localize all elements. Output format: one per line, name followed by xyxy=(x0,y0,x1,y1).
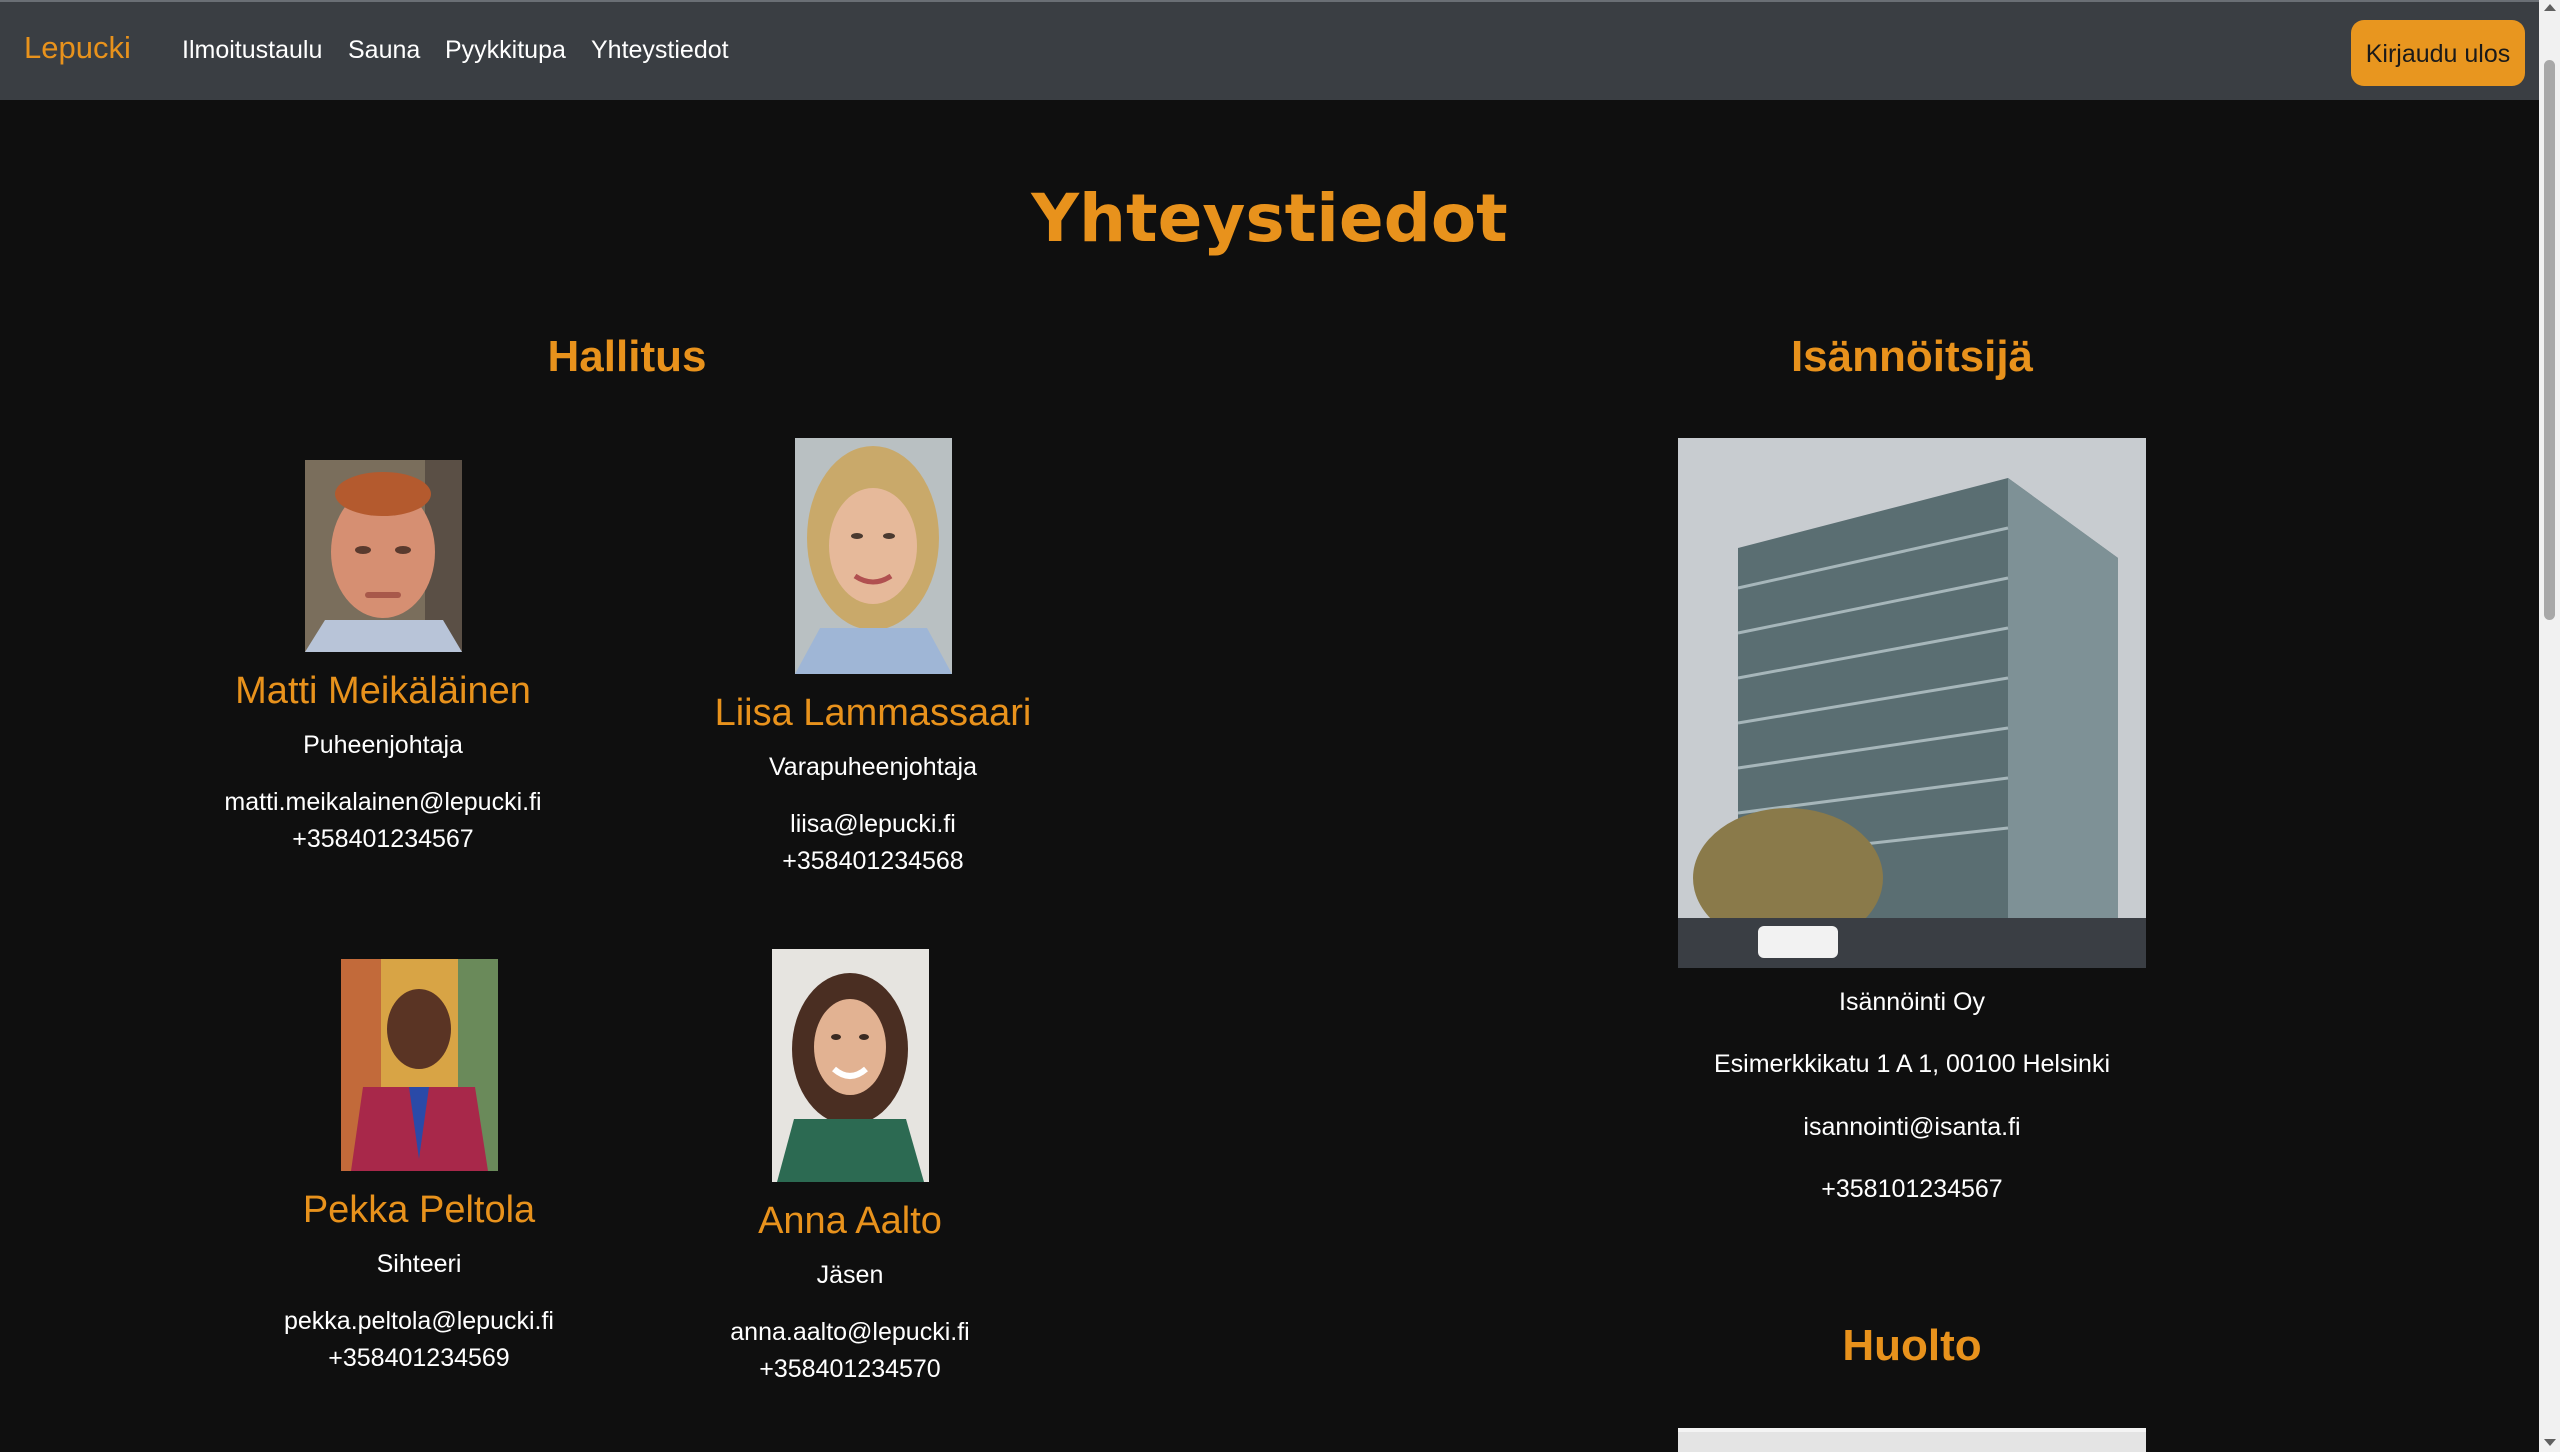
member-name: Matti Meikäläinen xyxy=(235,670,531,712)
member-name: Pekka Peltola xyxy=(302,1189,536,1231)
member-photo-anna xyxy=(771,949,929,1182)
manager-phone: +358101234567 xyxy=(1821,1175,2003,1203)
maintenance-section-title: Huolto xyxy=(1842,1321,1982,1370)
board-member-card: Anna Aalto Jäsen anna.aalto@lepucki.fi +… xyxy=(670,949,1030,1384)
member-role: Jäsen xyxy=(816,1261,884,1289)
member-email-link[interactable]: matti.meikalainen@lepucki.fi xyxy=(203,788,563,817)
board-section-title: Hallitus xyxy=(547,332,707,381)
maintenance-photo xyxy=(1678,1428,2146,1452)
member-name: Liisa Lammassaari xyxy=(714,692,1032,734)
page-title: Yhteystiedot xyxy=(1031,180,1508,257)
logout-button[interactable]: Kirjaudu ulos xyxy=(2351,20,2525,86)
member-phone: +358401234570 xyxy=(759,1355,941,1383)
member-phone: +358401234567 xyxy=(292,825,474,853)
scrollbar-thumb[interactable] xyxy=(2544,60,2555,620)
scroll-down-arrow-icon[interactable] xyxy=(2544,1439,2556,1446)
nav-link-yhteystiedot[interactable]: Yhteystiedot xyxy=(591,36,729,65)
board-member-card: Pekka Peltola Sihteeri pekka.peltola@lep… xyxy=(239,959,599,1373)
member-email-link[interactable]: pekka.peltola@lepucki.fi xyxy=(239,1307,599,1336)
member-photo-pekka xyxy=(340,959,498,1171)
manager-section-title: Isännöitsijä xyxy=(1790,332,2034,381)
manager-address: Esimerkkikatu 1 A 1, 00100 Helsinki xyxy=(1713,1050,2111,1078)
member-email-link[interactable]: liisa@lepucki.fi xyxy=(693,810,1053,839)
board-member-card: Matti Meikäläinen Puheenjohtaja matti.me… xyxy=(203,460,563,854)
nav-link-pyykkitupa[interactable]: Pyykkitupa xyxy=(445,36,566,65)
top-navbar: Lepucki Ilmoitustaulu Sauna Pyykkitupa Y… xyxy=(0,0,2539,100)
manager-building-photo xyxy=(1678,438,2146,968)
brand-logo-link[interactable]: Lepucki xyxy=(24,30,131,66)
member-photo-liisa xyxy=(794,438,952,674)
scroll-up-arrow-icon[interactable] xyxy=(2544,4,2556,11)
member-photo-matti xyxy=(304,460,462,652)
member-name: Anna Aalto xyxy=(758,1200,942,1242)
board-member-card: Liisa Lammassaari Varapuheenjohtaja liis… xyxy=(693,438,1053,876)
member-role: Varapuheenjohtaja xyxy=(768,753,978,781)
page-scrollbar[interactable] xyxy=(2539,0,2560,1452)
manager-email-link[interactable]: isannointi@isanta.fi xyxy=(1562,1113,2262,1142)
member-role: Sihteeri xyxy=(376,1250,462,1278)
manager-company: Isännöinti Oy xyxy=(1839,988,1985,1016)
nav-link-ilmoitustaulu[interactable]: Ilmoitustaulu xyxy=(182,36,322,65)
nav-link-sauna[interactable]: Sauna xyxy=(348,36,420,65)
member-phone: +358401234569 xyxy=(328,1344,510,1372)
member-phone: +358401234568 xyxy=(782,847,964,875)
member-email-link[interactable]: anna.aalto@lepucki.fi xyxy=(670,1318,1030,1347)
member-role: Puheenjohtaja xyxy=(303,731,463,759)
